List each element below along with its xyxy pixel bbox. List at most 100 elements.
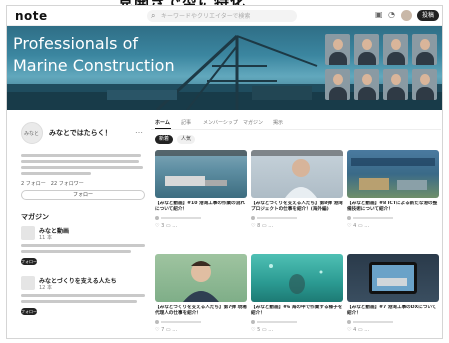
article-actions[interactable]: ♡ 4 ▭ … <box>347 223 369 229</box>
heart-icon[interactable]: ♡ <box>251 327 255 333</box>
tab-articles[interactable]: 記事 <box>181 119 191 126</box>
article-actions[interactable]: ♡ 4 ▭ … <box>347 327 369 333</box>
meta-line <box>257 217 297 219</box>
article-meta <box>155 320 247 324</box>
article-title[interactable]: 【みなとづくりを支える人たち】第8弾 港湾プロジェクトの仕事を紹介！(海外編) <box>251 201 343 213</box>
article-actions[interactable]: ♡ 7 ▭ … <box>155 327 177 333</box>
tab-membership[interactable]: メンバーシップ <box>203 119 238 126</box>
article-thumbnail-person-portrait[interactable] <box>155 254 247 302</box>
article-meta <box>347 320 439 324</box>
member-photo <box>383 34 408 65</box>
note-logo[interactable]: note <box>15 9 48 23</box>
meta-line <box>161 217 201 219</box>
gift-icon[interactable]: ▣ <box>375 10 383 19</box>
comment-icon[interactable]: ▭ <box>262 327 267 333</box>
heart-icon[interactable]: ♡ <box>347 223 351 229</box>
tab-home[interactable]: ホーム <box>155 119 170 126</box>
search-bar[interactable]: ⌕ キーワードやクリエイターで検索 <box>147 10 297 22</box>
article-thumbnail-person-office[interactable] <box>251 150 343 198</box>
meta-line <box>161 321 201 323</box>
tab-active-indicator <box>155 128 171 129</box>
comment-icon[interactable]: ▭ <box>358 327 363 333</box>
like-count: 4 <box>353 223 357 229</box>
member-photo <box>354 69 379 100</box>
article-meta <box>251 320 343 324</box>
author-avatar <box>155 320 159 324</box>
comment-icon[interactable]: ▭ <box>166 327 171 333</box>
profile-description-line <box>21 166 143 169</box>
profile-tabs: ホーム 記事 メンバーシップ マガジン 掲示 <box>151 118 441 130</box>
tab-board[interactable]: 掲示 <box>273 119 283 126</box>
comment-icon[interactable]: ▭ <box>262 223 267 229</box>
profile-description-line <box>21 154 141 157</box>
article-thumbnail-tablet-port[interactable] <box>347 254 439 302</box>
heart-icon[interactable]: ♡ <box>347 327 351 333</box>
magazine-thumbnail[interactable] <box>21 226 35 240</box>
heart-icon[interactable]: ♡ <box>251 223 255 229</box>
magazine-follow-button[interactable]: フォロー <box>21 258 37 265</box>
more-icon[interactable]: … <box>172 223 177 229</box>
more-icon[interactable]: … <box>268 327 273 333</box>
heart-icon[interactable]: ♡ <box>155 327 159 333</box>
article-thumbnail-underwater[interactable] <box>251 254 343 302</box>
like-count: 8 <box>257 223 261 229</box>
profile-avatar-text: みなと <box>24 131 40 137</box>
article-thumbnail-harbor-aerial[interactable] <box>155 150 247 198</box>
banner-title-line2: Marine Construction <box>13 56 175 75</box>
article-title[interactable]: 【みなと動画】#8 ICTによる新たな港の整備技術について紹介！ <box>347 201 439 213</box>
article-title[interactable]: 【みなとづくりを支える人たち】第7弾 現場代理人の仕事を紹介！ <box>155 305 247 317</box>
meta-line <box>353 217 393 219</box>
member-photos <box>325 34 441 106</box>
author-avatar <box>347 216 351 220</box>
like-count: 5 <box>257 327 261 333</box>
magazine-description-line <box>21 244 145 247</box>
heart-icon[interactable]: ♡ <box>155 223 159 229</box>
meta-line <box>257 321 297 323</box>
meta-line <box>353 321 393 323</box>
like-count: 7 <box>161 327 165 333</box>
more-icon[interactable]: … <box>268 223 273 229</box>
header-banner: Professionals of Marine Construction <box>7 26 442 110</box>
more-icon[interactable]: … <box>364 327 369 333</box>
comment-icon[interactable]: ▭ <box>166 223 171 229</box>
profile-avatar[interactable]: みなと <box>21 122 43 144</box>
author-avatar <box>251 216 255 220</box>
magazine-thumbnail[interactable] <box>21 276 35 290</box>
tab-magazines[interactable]: マガジン <box>243 119 263 126</box>
follow-counts[interactable]: 2 フォロー 22 フォロワー <box>21 180 84 187</box>
article-actions[interactable]: ♡ 8 ▭ … <box>251 223 273 229</box>
article-title[interactable]: 【みなと動画】#7 港湾工事のDXについて紹介！ <box>347 305 439 317</box>
comment-icon[interactable]: ▭ <box>358 223 363 229</box>
more-icon[interactable]: … <box>172 327 177 333</box>
profile-name[interactable]: みなとではたらく！ <box>49 128 112 138</box>
more-icon[interactable]: … <box>135 126 143 135</box>
like-count: 3 <box>161 223 165 229</box>
post-button[interactable]: 投稿 <box>417 10 439 21</box>
member-photo <box>412 69 437 100</box>
member-photo <box>354 34 379 65</box>
magazine-count: 12 本 <box>39 285 52 291</box>
user-avatar[interactable] <box>401 10 412 21</box>
filter-popular[interactable]: 人気 <box>177 135 195 144</box>
bell-icon[interactable]: ◔ <box>388 10 395 19</box>
author-avatar <box>155 216 159 220</box>
follow-button[interactable]: フォロー <box>21 190 145 200</box>
magazine-description-line <box>21 250 131 253</box>
article-actions[interactable]: ♡ 5 ▭ … <box>251 327 273 333</box>
article-title[interactable]: 【みなと動画】#10 港湾工事の作業の流れについて紹介！ <box>155 201 247 213</box>
magazine-section-title: マガジン <box>21 213 49 221</box>
magazine-follow-button[interactable]: フォロー <box>21 308 37 315</box>
search-placeholder: キーワードやクリエイターで検索 <box>161 13 251 20</box>
top-bar: note ⌕ キーワードやクリエイターで検索 ▣ ◔ 投稿 <box>7 6 442 26</box>
article-actions[interactable]: ♡ 3 ▭ … <box>155 223 177 229</box>
more-icon[interactable]: … <box>364 223 369 229</box>
like-count: 4 <box>353 327 357 333</box>
magazine-count: 11 本 <box>39 235 52 241</box>
search-icon: ⌕ <box>151 11 156 20</box>
article-meta <box>251 216 343 220</box>
article-thumbnail-ict-construction[interactable] <box>347 150 439 198</box>
article-title[interactable]: 【みなと動画】#6 海の中で作業する様子を紹介！ <box>251 305 343 317</box>
filter-new[interactable]: 新着 <box>155 135 173 144</box>
magazine-description-line <box>21 300 137 303</box>
profile-description-line <box>21 160 139 163</box>
